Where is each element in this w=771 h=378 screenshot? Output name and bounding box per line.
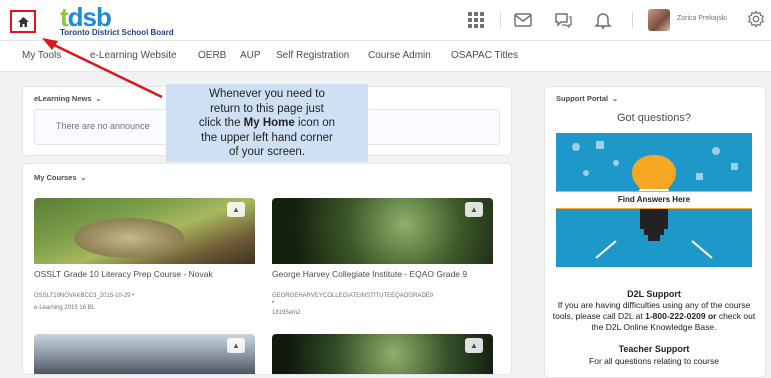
callout-line: return to this page just (210, 102, 324, 115)
callout-line: click the My Home icon on (198, 117, 336, 129)
annotation-arrow (42, 38, 163, 99)
callout-line: Whenever you need to (209, 88, 325, 100)
instruction-callout: Whenever you need to return to this page… (166, 84, 368, 162)
callout-line: of your screen. (228, 146, 306, 158)
callout-line: the upper left hand corner (201, 131, 333, 144)
